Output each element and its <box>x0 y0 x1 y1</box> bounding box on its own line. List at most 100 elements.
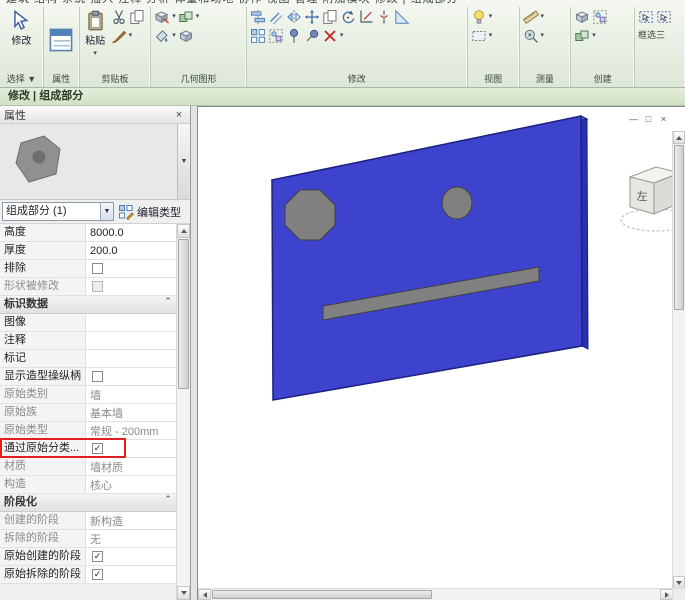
mirror-tool-icon[interactable] <box>286 9 302 25</box>
measure-dropdown-icon[interactable]: ▾ <box>541 11 545 23</box>
create-group-tool-icon[interactable] <box>268 28 284 44</box>
scrollbar-thumb[interactable] <box>178 239 189 389</box>
modify-more-dropdown-icon[interactable]: ▾ <box>340 30 344 42</box>
hide-dropdown-icon[interactable]: ▾ <box>489 30 493 42</box>
view-dropdown-icon[interactable]: ▾ <box>489 11 493 23</box>
section-header-row[interactable]: 标识数据ˆ <box>0 296 176 314</box>
copy-tool-icon[interactable] <box>322 9 338 25</box>
section-header-row[interactable]: 阶段化ˆ <box>0 494 176 512</box>
ribbon-panel-label-geometry[interactable]: 几何图形 <box>151 72 246 87</box>
palette-scrollbar[interactable] <box>176 224 190 600</box>
create-dropdown-icon[interactable]: ▾ <box>592 30 596 42</box>
property-checkbox[interactable]: ✓ <box>92 551 103 562</box>
ribbon: 建筑 结构 系统 插入 注释 分析 体量和场地 协作 视图 管理 附加模块 修改… <box>0 0 685 88</box>
join-geometry-dropdown-icon[interactable]: ▾ <box>196 11 200 23</box>
cut-geometry-dropdown-icon[interactable]: ▾ <box>172 11 176 23</box>
rotate-tool-icon[interactable] <box>340 9 356 25</box>
hide-elements-icon[interactable] <box>471 28 487 44</box>
modify-tool-button[interactable]: 修改 <box>9 9 34 48</box>
box-select-3d-icon[interactable] <box>656 9 672 25</box>
cut-geometry-icon[interactable] <box>154 9 170 25</box>
property-value[interactable] <box>86 332 176 349</box>
view-vertical-scrollbar[interactable] <box>672 131 685 589</box>
view-scroll-left-button[interactable] <box>198 589 211 600</box>
box-select-icon[interactable] <box>638 9 654 25</box>
scale-tool-icon[interactable] <box>394 9 410 25</box>
property-checkbox[interactable] <box>92 371 103 382</box>
unpin-tool-icon[interactable] <box>301 25 324 48</box>
trim-tool-icon[interactable] <box>358 9 374 25</box>
property-value[interactable] <box>86 368 176 385</box>
filter-combobox[interactable]: 组成部分 (1) ▼ <box>2 202 114 221</box>
offset-tool-icon[interactable] <box>268 9 284 25</box>
property-value[interactable]: ✓ <box>86 566 176 583</box>
create-similar-icon[interactable] <box>574 9 590 25</box>
ribbon-panel-label-measure[interactable]: 测量 <box>520 72 571 87</box>
section-collapse-icon[interactable]: ˆ <box>160 494 176 511</box>
property-value[interactable] <box>86 260 176 277</box>
view-restore-icon[interactable]: □ <box>643 113 654 126</box>
paint-dropdown-icon[interactable]: ▾ <box>172 30 176 42</box>
property-checkbox[interactable]: ✓ <box>92 569 103 580</box>
view-scroll-up-button[interactable] <box>673 131 685 144</box>
match-type-dropdown-icon[interactable]: ▾ <box>129 30 133 42</box>
property-value[interactable]: 200.0 <box>86 242 176 259</box>
create-assembly-icon[interactable] <box>592 9 608 25</box>
circular-opening[interactable] <box>442 187 472 219</box>
ribbon-panel-label-modify[interactable]: 修改 <box>247 72 467 87</box>
property-checkbox[interactable]: ✓ <box>92 443 103 454</box>
properties-palette-icon[interactable] <box>48 27 74 53</box>
dimension-tape-icon[interactable] <box>523 28 539 44</box>
scroll-up-button[interactable] <box>177 224 190 238</box>
ribbon-panel-label-view[interactable]: 视图 <box>468 72 519 87</box>
palette-close-icon[interactable]: × <box>172 109 186 121</box>
view-horizontal-scrollbar[interactable] <box>198 588 673 600</box>
split-tool-icon[interactable] <box>376 9 392 25</box>
type-selector-preview[interactable]: ▼ <box>0 124 190 200</box>
move-tool-icon[interactable] <box>304 9 320 25</box>
type-selector-dropdown-button[interactable]: ▼ <box>177 124 190 199</box>
property-value[interactable]: ✓ <box>86 548 176 565</box>
reveal-hidden-bulb-icon[interactable] <box>471 9 487 25</box>
paint-tool-icon[interactable] <box>154 28 170 44</box>
palette-header[interactable]: 属性 × <box>0 106 190 124</box>
cut-tool-icon[interactable] <box>111 9 127 25</box>
cope-tool-icon[interactable] <box>178 28 194 44</box>
create-parts-icon[interactable] <box>574 28 590 44</box>
ribbon-tab-strip[interactable]: 建筑 结构 系统 插入 注释 分析 体量和场地 协作 视图 管理 附加模块 修改… <box>0 0 685 7</box>
property-checkbox[interactable] <box>92 281 103 292</box>
join-geometry-icon[interactable] <box>178 9 194 25</box>
copy-to-clipboard-icon[interactable] <box>129 9 145 25</box>
align-tool-icon[interactable] <box>250 9 266 25</box>
array-tool-icon[interactable] <box>250 28 266 44</box>
pin-tool-icon[interactable] <box>286 28 302 44</box>
view-close-icon[interactable]: × <box>658 113 669 126</box>
scroll-down-button[interactable] <box>177 586 190 600</box>
paste-button[interactable]: 粘贴 ▾ <box>83 9 108 61</box>
view-hscroll-thumb[interactable] <box>212 590 432 599</box>
clipped-button-label[interactable]: 框选三 <box>638 28 682 41</box>
combo-dropdown-icon[interactable]: ▼ <box>100 203 113 220</box>
property-checkbox[interactable] <box>92 263 103 274</box>
wall-front-face[interactable] <box>272 116 582 400</box>
ribbon-panel-label-create[interactable]: 创建 <box>571 72 634 87</box>
view-vscroll-thumb[interactable] <box>674 145 684 310</box>
view-minimize-icon[interactable]: — <box>628 113 639 126</box>
measure-ruler-icon[interactable] <box>523 9 539 25</box>
section-collapse-icon[interactable]: ˆ <box>160 296 176 313</box>
ribbon-panel-label-properties[interactable]: 属性 <box>44 72 79 87</box>
property-value[interactable]: 8000.0 <box>86 224 176 241</box>
paste-dropdown-icon[interactable]: ▾ <box>93 48 97 60</box>
ribbon-panel-label-select[interactable]: 选择 ▼ <box>0 72 43 87</box>
drawing-area[interactable]: 左 — □ × <box>197 106 685 600</box>
delete-tool-icon[interactable] <box>322 28 338 44</box>
edit-type-button[interactable]: 编辑类型 <box>117 202 188 221</box>
viewcube[interactable]: 左 <box>621 167 673 231</box>
ribbon-panel-label-clipboard[interactable]: 剪贴板 <box>80 72 151 87</box>
match-type-brush-icon[interactable] <box>111 28 127 44</box>
dimension-dropdown-icon[interactable]: ▾ <box>541 30 545 42</box>
property-value[interactable] <box>86 314 176 331</box>
octagonal-opening[interactable] <box>285 190 335 240</box>
property-value[interactable] <box>86 350 176 367</box>
property-value[interactable]: ✓ <box>86 440 176 457</box>
